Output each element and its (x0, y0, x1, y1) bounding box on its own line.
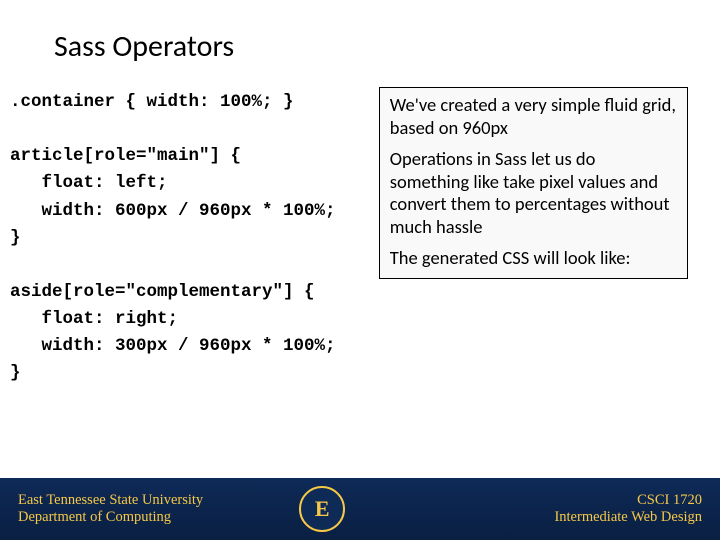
code-line: } (10, 363, 21, 383)
code-line: width: 300px / 960px * 100%; (10, 336, 336, 356)
code-line: width: 600px / 960px * 100%; (10, 201, 336, 221)
code-line: article[role="main"] { (10, 146, 241, 166)
code-block: .container { width: 100%; } article[role… (10, 83, 371, 478)
slide-title: Sass Operators (0, 0, 720, 83)
department-name: Department of Computing (18, 509, 203, 526)
footer-right: CSCI 1720 Intermediate Web Design (554, 492, 702, 526)
code-line: aside[role="complementary"] { (10, 282, 315, 302)
explanation-box: We've created a very simple fluid grid, … (379, 87, 688, 279)
logo-letter: E (315, 496, 330, 522)
slide-content: .container { width: 100%; } article[role… (0, 83, 720, 478)
code-line: } (10, 228, 21, 248)
footer-left: East Tennessee State University Departme… (18, 492, 203, 525)
explanation-column: We've created a very simple fluid grid, … (371, 83, 710, 478)
course-code: CSCI 1720 (554, 492, 702, 509)
code-line: float: left; (10, 173, 168, 193)
explanation-paragraph: We've created a very simple fluid grid, … (390, 94, 677, 139)
course-name: Intermediate Web Design (554, 509, 702, 526)
etsu-logo-icon: E (299, 486, 345, 532)
code-line: .container { width: 100%; } (10, 92, 294, 112)
slide: Sass Operators .container { width: 100%;… (0, 0, 720, 540)
code-line: float: right; (10, 309, 178, 329)
explanation-paragraph: The generated CSS will look like: (390, 247, 677, 270)
footer-bar: East Tennessee State University Departme… (0, 478, 720, 540)
university-name: East Tennessee State University (18, 492, 203, 509)
explanation-paragraph: Operations in Sass let us do something l… (390, 148, 677, 238)
